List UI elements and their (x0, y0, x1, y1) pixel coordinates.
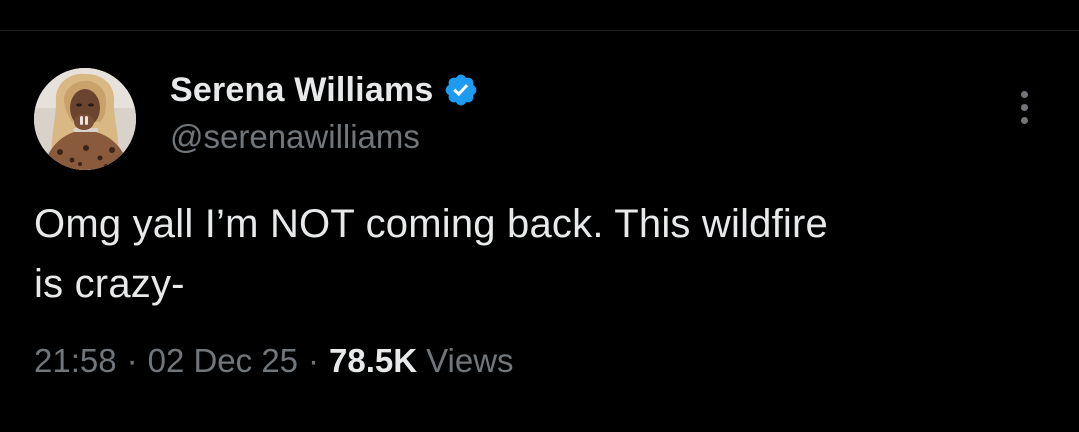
tweet-date[interactable]: 02 Dec 25 (148, 342, 298, 380)
author-handle[interactable]: @serenawilliams (170, 118, 420, 156)
tweet[interactable]: Serena Williams @serenawilliams Omg yall… (0, 0, 1079, 432)
more-vertical-icon-dot-3 (1020, 116, 1028, 124)
author-avatar[interactable] (34, 68, 136, 170)
tweet-text-line-1: Omg yall I’m NOT coming back. This wildf… (34, 202, 828, 246)
meta-separator: · (126, 342, 138, 379)
views-label[interactable]: Views (426, 342, 513, 380)
avatar-image (34, 68, 136, 170)
tweet-text: Omg yall I’m NOT coming back. This wildf… (34, 194, 1054, 314)
tweet-meta: 21:58 · 02 Dec 25 · 78.5K Views (34, 342, 514, 380)
meta-separator: · (308, 342, 320, 379)
more-vertical-icon (1020, 90, 1028, 98)
author-display-name[interactable]: Serena Williams (170, 71, 433, 110)
views-count[interactable]: 78.5K (329, 342, 417, 380)
verified-badge-icon[interactable] (443, 72, 479, 108)
more-options-button[interactable] (1008, 82, 1040, 132)
author-name-row[interactable]: Serena Williams (170, 68, 479, 112)
tweet-time[interactable]: 21:58 (34, 342, 117, 380)
more-vertical-icon-dot-2 (1020, 103, 1028, 111)
tweet-text-line-2: is crazy- (34, 262, 185, 306)
